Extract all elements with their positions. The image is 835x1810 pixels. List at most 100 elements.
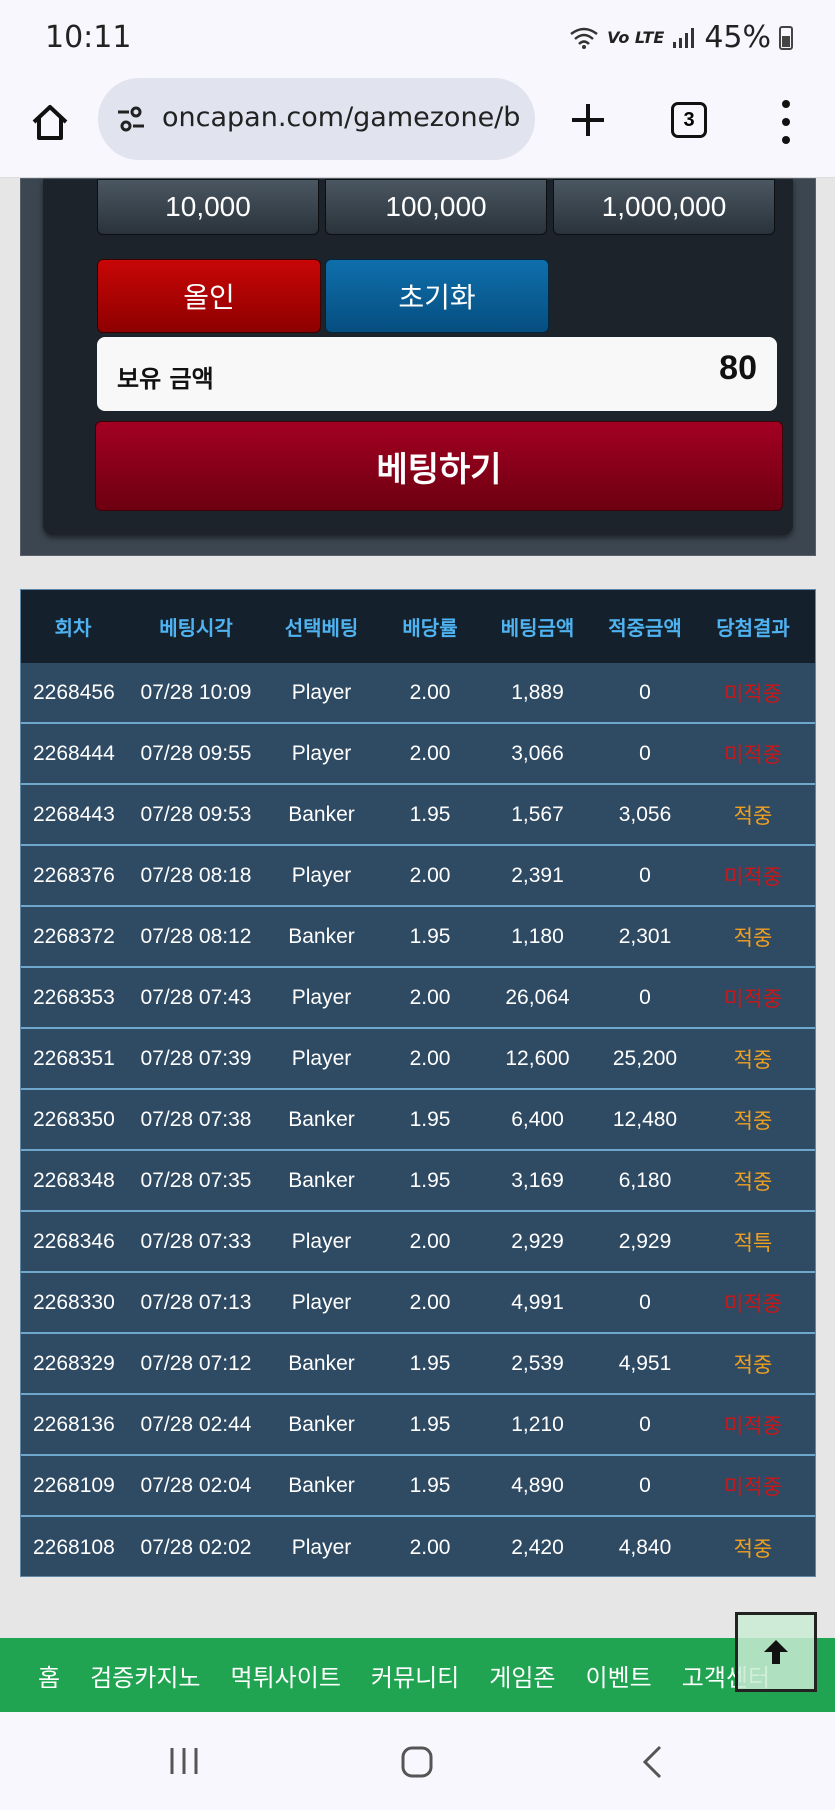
status-time: 10:11: [45, 20, 132, 55]
url-text[interactable]: oncapan.com/gamezone/b: [162, 102, 522, 133]
battery-percent: 45%: [704, 20, 771, 55]
cell-pick: Player: [291, 1046, 352, 1070]
cell-pick: Player: [291, 985, 352, 1009]
table-row: 2268348 07/28 07:35 Banker 1.95 3,169 6,180 적중: [21, 1151, 815, 1212]
chip-1000000-button[interactable]: 1,000,000: [553, 179, 775, 235]
battery-icon: [779, 25, 793, 50]
table-row: 2268443 07/28 09:53 Banker 1.95 1,567 3,056 적중: [21, 785, 815, 846]
nav-events[interactable]: 이벤트: [556, 1658, 652, 1693]
home-icon[interactable]: [28, 100, 72, 144]
cell-result: 적중: [733, 1108, 773, 1133]
cell-win-amount: 4,951: [618, 1351, 672, 1375]
cell-win-amount: 0: [639, 741, 651, 765]
cell-result: 적중: [733, 1352, 773, 1377]
home-icon[interactable]: [400, 1745, 434, 1779]
cell-round: 2268136: [33, 1412, 115, 1436]
cell-odds: 1.95: [409, 1351, 451, 1375]
table-row: 2268351 07/28 07:39 Player 2.00 12,600 25,200…: [21, 1029, 815, 1090]
cell-bet-time: 07/28 07:38: [140, 1107, 252, 1131]
cell-pick: Player: [291, 680, 352, 704]
table-row: 2268329 07/28 07:12 Banker 1.95 2,539 4,951 적중: [21, 1334, 815, 1395]
table-row: 2268109 07/28 02:04 Banker 1.95 4,890 0 미적중: [21, 1456, 815, 1517]
cell-result: 미적중: [724, 1291, 782, 1316]
status-bar: 10:11 Vo LTE 45%: [0, 0, 835, 78]
header-bet-time: 베팅시각: [159, 616, 233, 640]
cell-win-amount: 2,301: [618, 924, 672, 948]
cell-round: 2268109: [33, 1473, 115, 1497]
cell-result: 적중: [733, 925, 773, 950]
cell-odds: 1.95: [409, 1107, 451, 1131]
cell-bet-time: 07/28 08:12: [140, 924, 252, 948]
cell-round: 2268444: [33, 741, 115, 765]
scroll-to-top-button[interactable]: [735, 1612, 817, 1692]
chip-100000-button[interactable]: 100,000: [325, 179, 547, 235]
cell-round: 2268348: [33, 1168, 115, 1192]
nav-game-zone[interactable]: 게임존: [460, 1658, 556, 1693]
cell-result: 미적중: [724, 681, 782, 706]
cell-odds: 1.95: [409, 924, 451, 948]
cell-round: 2268330: [33, 1290, 115, 1314]
cell-odds: 2.00: [409, 863, 451, 887]
cell-result: 적중: [733, 803, 773, 828]
cell-bet-time: 07/28 07:33: [140, 1229, 252, 1253]
cell-round: 2268351: [33, 1046, 115, 1070]
new-tab-icon[interactable]: [566, 98, 610, 142]
status-icons: Vo LTE 45%: [569, 20, 793, 55]
betting-panel: 10,000 100,000 1,000,000 올인 초기화 보유 금액 80…: [20, 178, 816, 556]
cell-result: 미적중: [724, 742, 782, 767]
cell-round: 2268346: [33, 1229, 115, 1253]
cell-win-amount: 25,200: [612, 1046, 678, 1070]
cell-odds: 2.00: [409, 1535, 451, 1559]
cell-pick: Player: [291, 741, 352, 765]
bet-history-table: 회차 베팅시각 선택베팅 배당률 베팅금액 적중금액 당첨결과 2268456 0…: [20, 589, 816, 1577]
cell-odds: 2.00: [409, 985, 451, 1009]
nav-scam-sites[interactable]: 먹튀사이트: [202, 1658, 342, 1693]
table-row: 2268376 07/28 08:18 Player 2.00 2,391 0 미적중: [21, 846, 815, 907]
betting-panel-inner: 10,000 100,000 1,000,000 올인 초기화 보유 금액 80…: [43, 179, 793, 535]
balance-label: 보유 금액: [117, 365, 214, 393]
cell-pick: Banker: [288, 1473, 355, 1497]
table-header: 회차 베팅시각 선택베팅 배당률 베팅금액 적중금액 당첨결과: [21, 590, 815, 663]
cell-odds: 1.95: [409, 1412, 451, 1436]
tab-switcher-button[interactable]: 3: [671, 102, 707, 138]
cell-round: 2268372: [33, 924, 115, 948]
cell-win-amount: 0: [639, 1412, 651, 1436]
cell-result: 미적중: [724, 1413, 782, 1438]
cell-bet-time: 07/28 07:35: [140, 1168, 252, 1192]
cell-pick: Banker: [288, 924, 355, 948]
header-result: 당첨결과: [716, 616, 790, 640]
cell-odds: 2.00: [409, 741, 451, 765]
chip-10000-button[interactable]: 10,000: [97, 179, 319, 235]
cell-bet-time: 07/28 07:39: [140, 1046, 252, 1070]
header-pick: 선택베팅: [284, 616, 359, 640]
cell-win-amount: 12,480: [612, 1107, 678, 1131]
cell-bet-time: 07/28 02:44: [140, 1412, 252, 1436]
header-bet-amount: 베팅금액: [500, 616, 575, 640]
cell-bet-amount: 3,066: [511, 741, 564, 765]
cell-pick: Banker: [288, 1351, 355, 1375]
cell-pick: Player: [291, 863, 352, 887]
all-in-button[interactable]: 올인: [97, 259, 321, 333]
table-row: 2268353 07/28 07:43 Player 2.00 26,064 0 미적중: [21, 968, 815, 1029]
table-row: 2268456 07/28 10:09 Player 2.00 1,889 0 미적중: [21, 663, 815, 724]
table-row: 2268372 07/28 08:12 Banker 1.95 1,180 2,301 적중: [21, 907, 815, 968]
more-menu-icon[interactable]: [776, 100, 796, 144]
nav-home[interactable]: 홈: [0, 1658, 61, 1693]
cell-win-amount: 0: [639, 863, 651, 887]
cell-round: 2268108: [33, 1535, 115, 1559]
nav-verified-casino[interactable]: 검증카지노: [61, 1658, 201, 1693]
address-bar[interactable]: oncapan.com/gamezone/b: [98, 78, 535, 160]
header-round: 회차: [54, 616, 92, 640]
site-settings-icon[interactable]: [116, 106, 146, 132]
system-navigation-bar: [0, 1712, 835, 1810]
balance-box: 보유 금액 80: [97, 337, 777, 411]
recents-icon[interactable]: [168, 1746, 200, 1776]
header-win-amount: 적중금액: [608, 616, 682, 640]
place-bet-button[interactable]: 베팅하기: [95, 421, 783, 511]
table-row: 2268346 07/28 07:33 Player 2.00 2,929 2,929 적특: [21, 1212, 815, 1273]
cell-odds: 2.00: [409, 680, 451, 704]
nav-community[interactable]: 커뮤니티: [342, 1658, 460, 1693]
table-row: 2268444 07/28 09:55 Player 2.00 3,066 0 미적중: [21, 724, 815, 785]
reset-button[interactable]: 초기화: [325, 259, 549, 333]
back-icon[interactable]: [640, 1744, 664, 1780]
